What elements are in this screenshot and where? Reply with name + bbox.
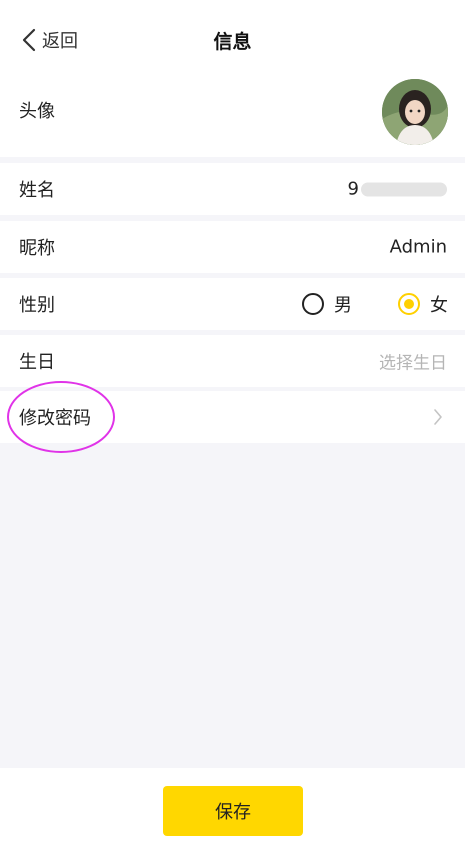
name-row: 姓名 9	[0, 163, 465, 215]
nickname-value[interactable]: Admin	[390, 237, 447, 258]
change-password-row[interactable]: 修改密码	[0, 391, 465, 443]
nickname-label: 昵称	[19, 238, 55, 259]
birthday-picker[interactable]: 选择生日	[379, 349, 447, 374]
change-password-label: 修改密码	[19, 408, 91, 429]
gender-row: 性别 男 女	[0, 278, 465, 330]
gender-male-label: 男	[334, 295, 352, 316]
gender-female-label: 女	[430, 295, 448, 316]
avatar-label: 头像	[19, 101, 55, 122]
avatar-photo-icon	[382, 79, 448, 145]
nickname-row[interactable]: 昵称 Admin	[0, 221, 465, 273]
birthday-row[interactable]: 生日 选择生日	[0, 335, 465, 387]
radio-empty-icon	[302, 293, 324, 315]
page-title: 信息	[213, 31, 252, 53]
save-button[interactable]: 保存	[163, 786, 303, 836]
avatar-row[interactable]: 头像	[0, 63, 465, 157]
chevron-right-icon	[434, 409, 442, 425]
gender-option-female[interactable]: 女	[398, 291, 448, 317]
avatar[interactable]	[382, 79, 448, 145]
footer-bar: 保存	[0, 768, 465, 851]
birthday-label: 生日	[19, 352, 55, 373]
gender-label: 性别	[19, 295, 55, 316]
gender-option-male[interactable]: 男	[302, 291, 352, 317]
name-label: 姓名	[19, 180, 55, 201]
name-value-text: 9	[347, 178, 359, 200]
name-value: 9	[348, 179, 447, 200]
radio-checked-icon	[398, 293, 420, 315]
name-value-redacted	[361, 182, 447, 196]
